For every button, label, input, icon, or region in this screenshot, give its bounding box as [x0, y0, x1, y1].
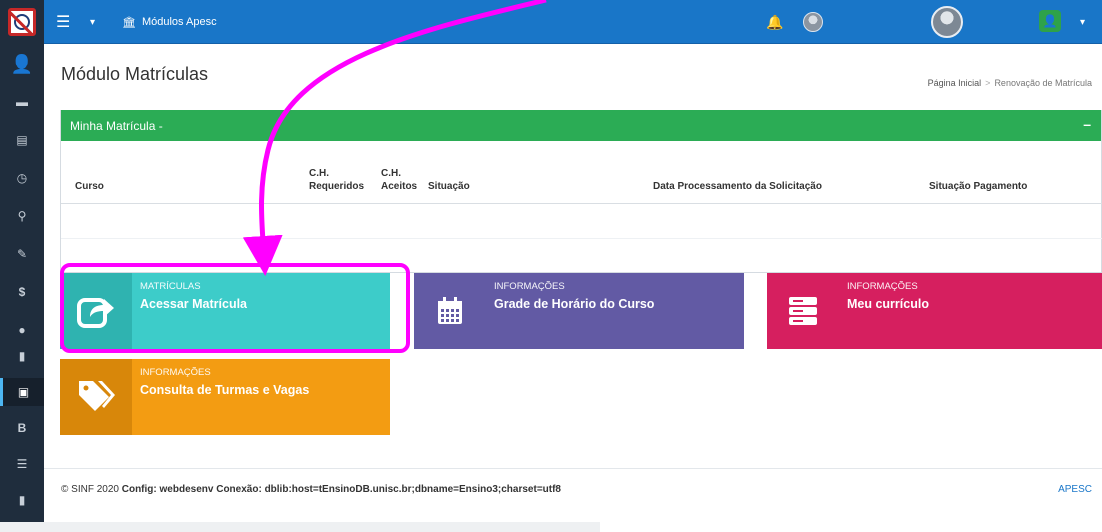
table-header: Curso C.H. Requeridos C.H. Aceitos Situa…	[61, 160, 1102, 204]
tile-label: Grade de Horário do Curso	[494, 297, 655, 311]
footer-conexao-value: dblib:host=tEnsinoDB.unisc.br;dbname=Ens…	[264, 484, 561, 495]
tile-label: Acessar Matrícula	[140, 297, 248, 311]
col-situacao-pagamento: Situação Pagamento	[929, 181, 1028, 192]
user-menu-icon[interactable]: 👤	[1039, 10, 1061, 32]
page-title: Módulo Matrículas	[61, 64, 209, 84]
avatar[interactable]	[803, 12, 823, 32]
document-icon[interactable]: ▤	[0, 126, 44, 154]
list-icon[interactable]: ☰	[0, 450, 44, 478]
col-ch-requeridos-line1: C.H.	[309, 168, 329, 179]
collapse-icon[interactable]: –	[1083, 116, 1091, 132]
col-ch-requeridos-line2: Requeridos	[309, 181, 365, 192]
footer-config-value: webdesenv	[159, 484, 214, 495]
tile-kicker: MATRÍCULAS	[140, 281, 201, 292]
chevron-down-icon[interactable]: ▾	[1080, 0, 1085, 44]
clock-icon[interactable]: ◷	[0, 164, 44, 192]
chat-icon[interactable]: ●	[0, 316, 44, 344]
footer-apesc-link[interactable]: APESC	[1058, 484, 1092, 495]
server-icon	[767, 273, 839, 349]
menu-toggle-icon[interactable]: ☰	[56, 0, 70, 44]
file-icon[interactable]: ▮	[0, 486, 44, 514]
tags-icon	[60, 359, 132, 435]
tile-kicker: INFORMAÇÕES	[847, 281, 918, 292]
top-navbar: ☰ ▾ 🏛 Módulos Apesc 🔔 👤 ▾	[0, 0, 1102, 44]
tile-label: Meu currículo	[847, 297, 929, 311]
calendar-icon	[414, 273, 486, 349]
footer-info: © SINF 2020 Config: webdesenv Conexão: d…	[61, 484, 561, 495]
b-badge-icon[interactable]: B	[0, 414, 44, 442]
footer-copyright: © SINF 2020	[61, 484, 119, 495]
col-ch-aceitos-line1: C.H.	[381, 168, 401, 179]
panel-title: Minha Matrícula -	[70, 118, 163, 133]
tile-kicker: INFORMAÇÕES	[494, 281, 565, 292]
col-situacao: Situação	[428, 181, 470, 192]
tile-consulta-turmas[interactable]: INFORMAÇÕES Consulta de Turmas e Vagas	[60, 359, 390, 435]
bell-icon[interactable]: 🔔	[766, 0, 783, 44]
col-ch-aceitos-line2: Aceitos	[381, 181, 418, 192]
breadcrumb-home-link[interactable]: Página Inicial	[928, 78, 982, 88]
tile-label: Consulta de Turmas e Vagas	[140, 383, 310, 397]
browser-status-bar	[0, 522, 600, 532]
col-curso: Curso	[75, 181, 104, 192]
footer-config-label: Config:	[121, 484, 157, 495]
tile-grade-horario[interactable]: INFORMAÇÕES Grade de Horário do Curso	[414, 273, 744, 349]
pencil-icon[interactable]: ✎	[0, 240, 44, 268]
tile-kicker: INFORMAÇÕES	[140, 367, 211, 378]
share-arrow-icon	[60, 273, 132, 349]
calculator-icon[interactable]: ▣	[0, 378, 44, 406]
institution-icon: 🏛	[122, 16, 136, 29]
footer-conexao-label: Conexão:	[216, 484, 262, 495]
app-logo-area[interactable]	[0, 0, 44, 44]
footer: © SINF 2020 Config: webdesenv Conexão: d…	[44, 468, 1102, 512]
book-icon[interactable]: ▮	[0, 342, 44, 370]
table-row	[61, 205, 1102, 239]
breadcrumb: Página Inicial > Renovação de Matrícula	[927, 78, 1092, 88]
user-avatar[interactable]	[931, 6, 963, 38]
tile-acessar-matricula[interactable]: MATRÍCULAS Acessar Matrícula	[60, 273, 390, 349]
dollar-icon[interactable]: $	[0, 278, 44, 306]
search-icon[interactable]: ⚲	[0, 202, 44, 230]
modulos-apesc-label: Módulos Apesc	[141, 16, 217, 28]
minha-matricula-panel: Minha Matrícula - – Curso C.H. Requerido…	[60, 110, 1102, 273]
col-data-processamento: Data Processamento da Solicitação	[653, 181, 822, 192]
chevron-down-icon[interactable]: ▾	[90, 0, 95, 44]
tile-meu-curriculo[interactable]: INFORMAÇÕES Meu currículo	[767, 273, 1102, 349]
main-content: Módulo Matrículas Página Inicial > Renovaç…	[44, 44, 1102, 532]
sidebar: 👤 ▬ ▤ ◷ ⚲ ✎ $ ● ▮ ▣ B ☰ ▮	[0, 44, 44, 532]
panel-header: Minha Matrícula - –	[61, 110, 1101, 141]
user-icon[interactable]: 👤	[0, 50, 44, 78]
credit-card-icon[interactable]: ▬	[0, 88, 44, 116]
unisc-logo-icon	[8, 8, 36, 36]
modulos-apesc-link[interactable]: 🏛 Módulos Apesc	[122, 0, 217, 44]
breadcrumb-current: Renovação de Matrícula	[994, 78, 1092, 88]
